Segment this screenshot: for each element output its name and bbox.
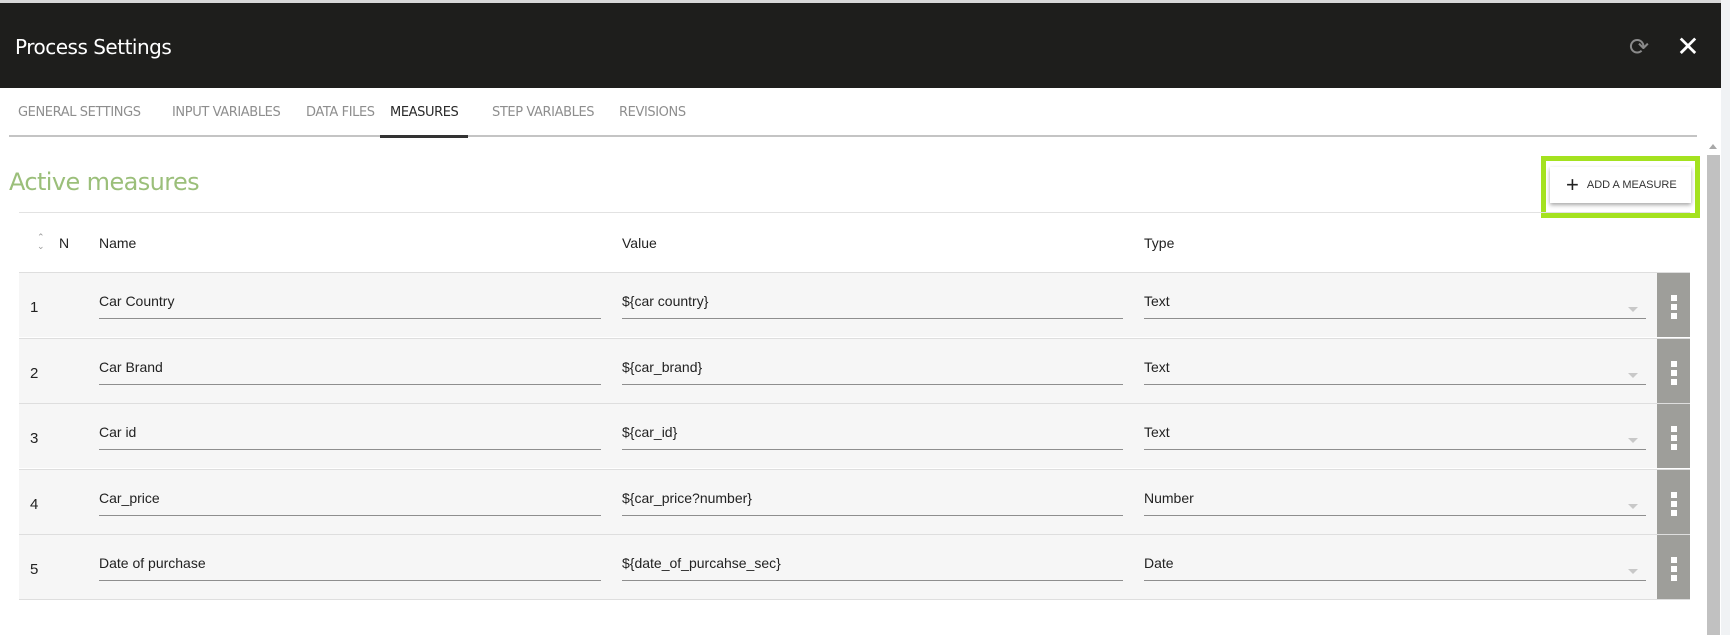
- row-menu-button[interactable]: [1657, 337, 1690, 403]
- value-input[interactable]: ${car_brand}: [622, 353, 1123, 385]
- row-menu-button[interactable]: [1657, 534, 1690, 599]
- type-value: Date: [1144, 555, 1174, 571]
- type-select[interactable]: Text: [1144, 418, 1646, 450]
- add-measure-button[interactable]: + ADD A MEASURE: [1550, 167, 1691, 203]
- dropdown-arrow-icon: [1628, 307, 1638, 312]
- row-menu-button[interactable]: [1657, 272, 1690, 337]
- value-input[interactable]: ${car_id}: [622, 418, 1123, 450]
- column-header-n[interactable]: N: [59, 235, 69, 251]
- row-menu-button[interactable]: [1657, 468, 1690, 534]
- tab-bar: GENERAL SETTINGS INPUT VARIABLES DATA FI…: [9, 88, 1697, 138]
- type-value: Text: [1144, 293, 1170, 309]
- sort-icon[interactable]: ⌃ ⌄: [37, 233, 45, 251]
- type-select[interactable]: Text: [1144, 353, 1646, 385]
- refresh-icon[interactable]: ⟳: [1626, 35, 1652, 61]
- tab-data-files[interactable]: DATA FILES: [306, 105, 375, 135]
- scroll-up-icon[interactable]: [1709, 144, 1717, 149]
- type-value: Text: [1144, 424, 1170, 440]
- tab-step-variables[interactable]: STEP VARIABLES: [492, 105, 595, 135]
- table-row: 4 Car_price ${car_price?number} Number: [19, 468, 1657, 534]
- table-row: 1 Car Country ${car country} Text: [19, 272, 1657, 337]
- row-number: 5: [30, 561, 39, 578]
- tab-revisions[interactable]: REVISIONS: [619, 105, 686, 135]
- table-row: 5 Date of purchase ${date_of_purcahse_se…: [19, 534, 1657, 599]
- type-select[interactable]: Number: [1144, 484, 1646, 516]
- type-select[interactable]: Date: [1144, 549, 1646, 581]
- tab-input-variables[interactable]: INPUT VARIABLES: [172, 105, 281, 135]
- add-measure-label: ADD A MEASURE: [1586, 179, 1677, 191]
- plus-icon: +: [1566, 172, 1579, 197]
- column-header-type: Type: [1144, 235, 1175, 251]
- table-bottom-border: [19, 599, 1690, 600]
- value-input[interactable]: ${car_price?number}: [622, 484, 1123, 516]
- table-row: 3 Car id ${car_id} Text: [19, 403, 1657, 468]
- value-input[interactable]: ${car country}: [622, 287, 1123, 319]
- name-input[interactable]: Date of purchase: [99, 549, 601, 581]
- name-input[interactable]: Car id: [99, 418, 601, 450]
- name-input[interactable]: Car Brand: [99, 353, 601, 385]
- table-row: 2 Car Brand ${car_brand} Text: [19, 337, 1657, 403]
- column-header-name: Name: [99, 235, 137, 251]
- dropdown-arrow-icon: [1628, 503, 1638, 509]
- dropdown-arrow-icon: [1628, 438, 1638, 443]
- row-number: 3: [30, 430, 39, 447]
- background-page: [1721, 0, 1730, 635]
- name-input[interactable]: Car_price: [99, 484, 601, 516]
- section-title: Active measures: [9, 168, 200, 196]
- divider: [19, 212, 1690, 213]
- dialog-header: Process Settings ⟳ ✕: [0, 3, 1721, 88]
- type-value: Number: [1144, 489, 1194, 506]
- type-select[interactable]: Text: [1144, 287, 1646, 319]
- row-number: 2: [30, 364, 39, 382]
- type-value: Text: [1144, 358, 1170, 375]
- scrollbar-thumb[interactable]: [1707, 155, 1720, 635]
- name-input[interactable]: Car Country: [99, 287, 601, 319]
- close-icon[interactable]: ✕: [1674, 33, 1702, 61]
- dialog-title: Process Settings: [15, 35, 172, 59]
- row-number: 4: [30, 495, 39, 513]
- dropdown-arrow-icon: [1628, 569, 1638, 574]
- value-input[interactable]: ${date_of_purcahse_sec}: [622, 549, 1123, 581]
- row-number: 1: [30, 299, 39, 316]
- column-header-value: Value: [622, 235, 657, 251]
- scrollbar[interactable]: [1707, 138, 1720, 635]
- dropdown-arrow-icon: [1628, 372, 1638, 378]
- row-menu-button[interactable]: [1657, 403, 1690, 468]
- tab-measures[interactable]: MEASURES: [380, 105, 469, 138]
- tab-general-settings[interactable]: GENERAL SETTINGS: [18, 105, 141, 135]
